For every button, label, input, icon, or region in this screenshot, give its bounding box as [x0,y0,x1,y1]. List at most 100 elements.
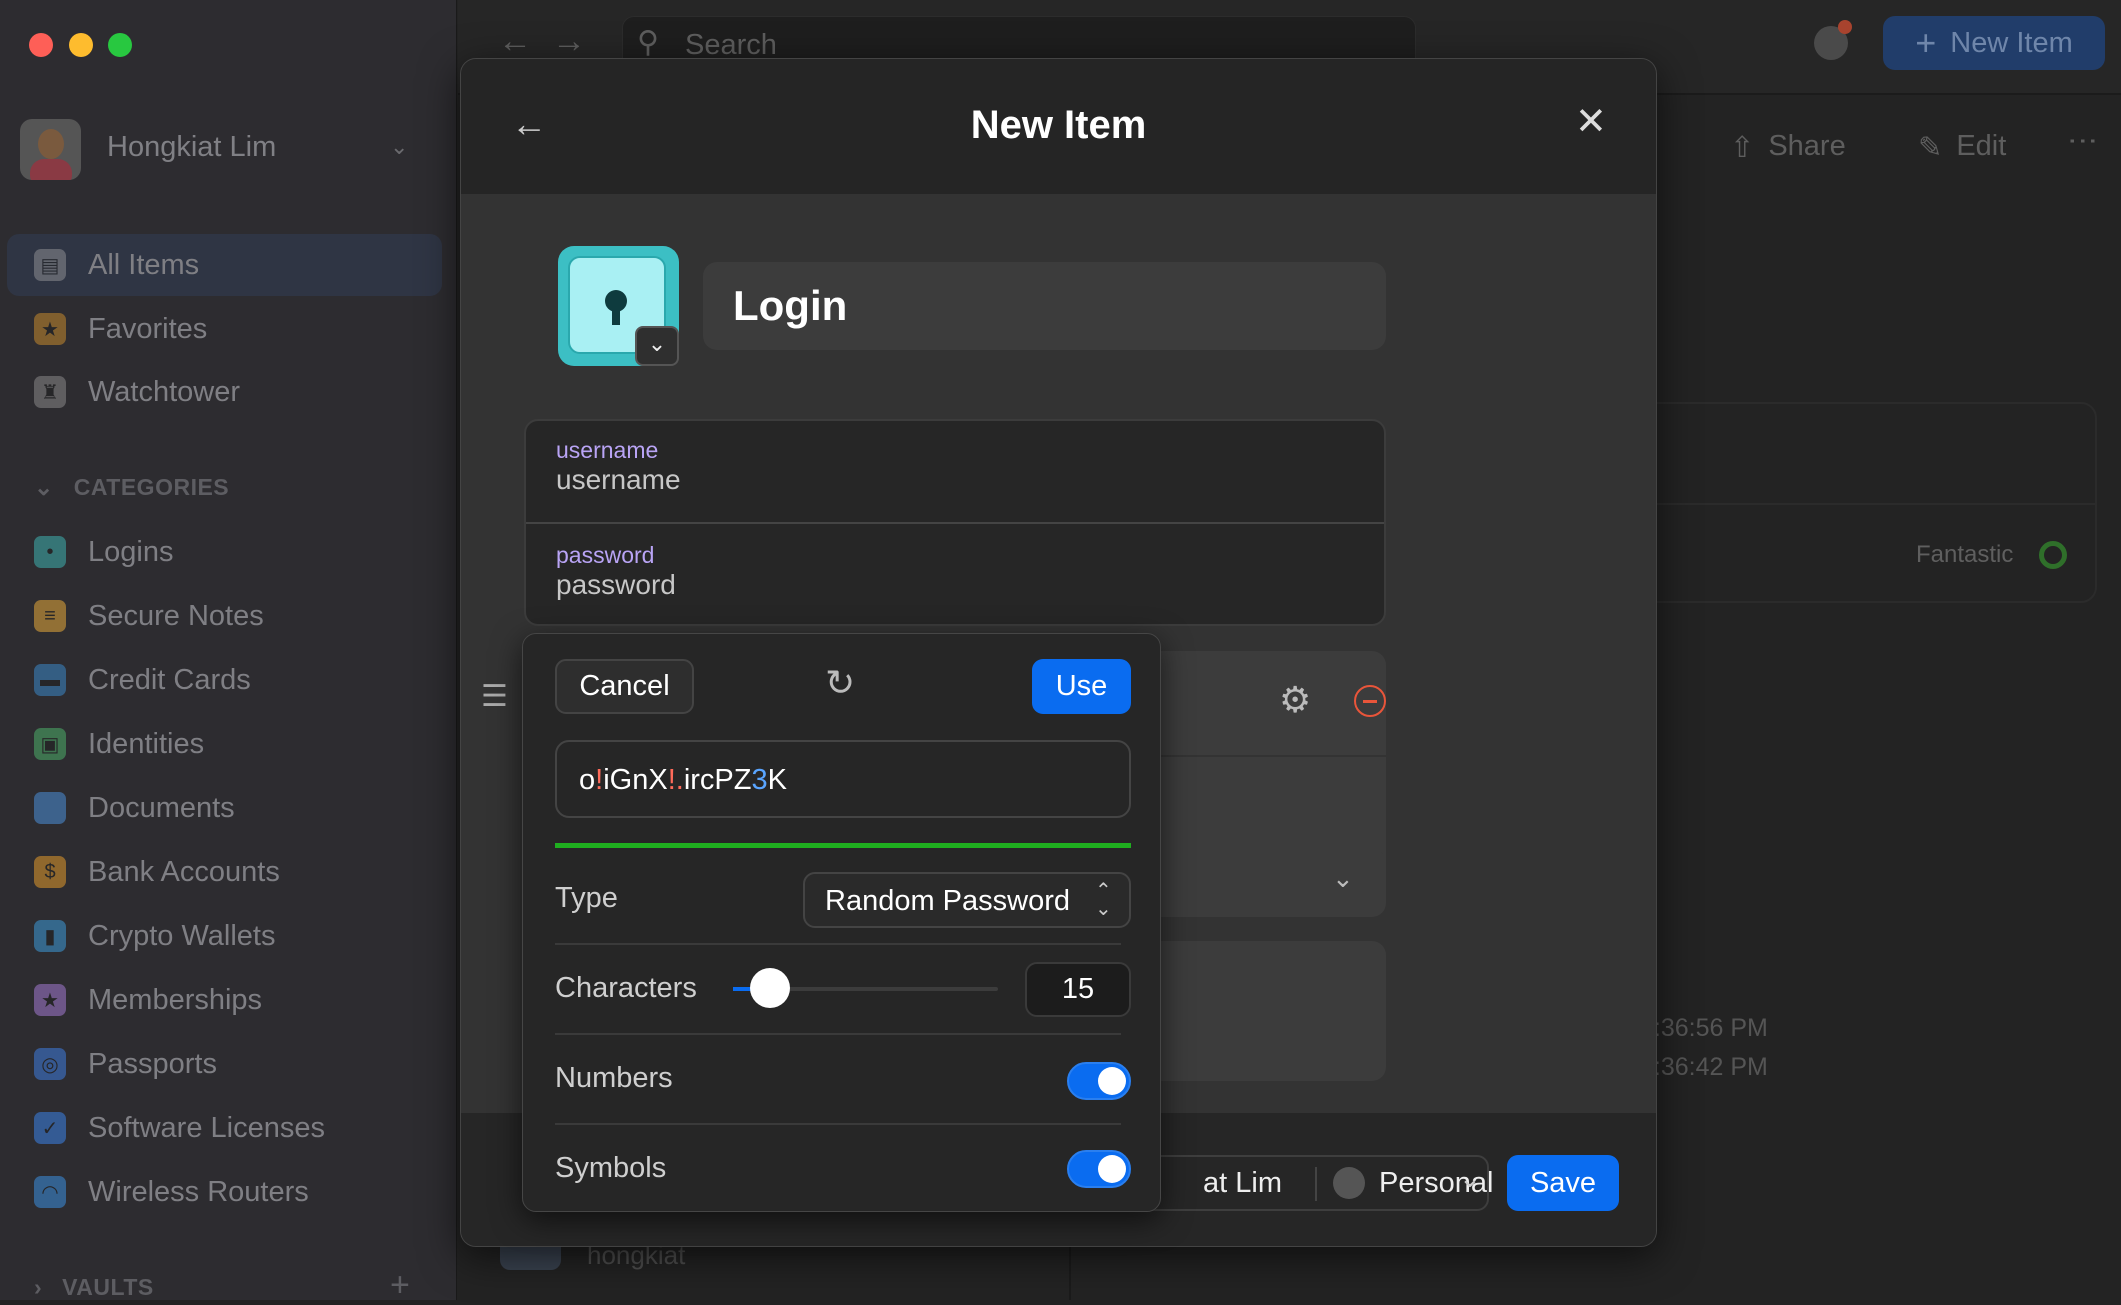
sidebar-item-label: Logins [88,535,174,568]
credit-card-icon: ▬ [34,664,66,696]
sidebar-item-all-items[interactable]: ▤ All Items [7,234,442,296]
characters-slider[interactable] [733,968,998,1008]
sidebar-item-label: Credit Cards [88,663,251,696]
sidebar-item-software-licenses[interactable]: ✓ Software Licenses [7,1097,442,1159]
forward-arrow-icon[interactable]: → [552,22,586,61]
slider-thumb[interactable] [750,968,791,1008]
add-vault-button[interactable]: + [390,1266,410,1305]
owner-name: at Lim [1203,1167,1282,1199]
sidebar-item-identities[interactable]: ▣ Identities [7,713,442,775]
field-value: username [556,464,681,495]
note-icon: ≡ [34,600,66,632]
document-icon [34,792,66,824]
password-segment: o [579,764,596,796]
sidebar-item-label: Bank Accounts [88,855,280,888]
chevron-down-icon[interactable]: ⌄ [390,134,408,160]
password-segment: !. [667,764,684,796]
watchtower-icon: ♜ [34,376,66,408]
chevron-down-icon[interactable]: ⌄ [635,326,679,366]
characters-label: Characters [555,972,697,1004]
star-icon: ★ [34,313,66,345]
sidebar-item-label: All Items [88,248,200,281]
share-icon: ⇧ [1730,132,1755,164]
sidebar-item-label: Secure Notes [88,599,264,632]
plus-icon: + [1915,22,1937,63]
use-button[interactable]: Use [1032,659,1131,714]
sidebar-item-label: Software Licenses [88,1111,325,1144]
password-segment: ircPZ [683,764,752,796]
avatar[interactable] [20,119,81,180]
sidebar-item-memberships[interactable]: ★ Memberships [7,969,442,1031]
username-field[interactable]: username username [556,437,681,496]
minimize-window-button[interactable] [69,33,93,57]
tray-icon: ▤ [34,249,66,281]
detail-card: Fantastic [1600,402,2097,603]
password-strength-bar [555,843,1131,848]
up-down-chevron-icon: ⌃ ⌄ [1095,880,1112,920]
sidebar-item-label: Documents [88,791,235,824]
help-icon[interactable] [1814,20,1852,60]
sidebar-item-logins[interactable]: • Logins [7,521,442,583]
password-field[interactable]: password password [556,542,676,601]
sidebar-item-label: Crypto Wallets [88,919,276,952]
id-icon: ▣ [34,728,66,760]
sidebar-item-label: Wireless Routers [88,1175,309,1208]
sidebar-item-bank-accounts[interactable]: $ Bank Accounts [7,841,442,903]
wifi-icon: ◠ [34,1176,66,1208]
drag-handle-icon[interactable]: ☰ [481,679,508,714]
login-category-icon[interactable]: ⌄ [558,246,679,366]
sidebar-item-documents[interactable]: Documents [7,777,442,839]
membership-icon: ★ [34,984,66,1016]
refresh-icon[interactable]: ↻ [825,662,855,704]
generated-password-field[interactable]: o!iGnX!.ircPZ3K [555,740,1131,818]
remove-field-icon[interactable] [1354,685,1386,717]
zoom-window-button[interactable] [108,33,132,57]
dollar-icon: $ [34,856,66,888]
save-button[interactable]: Save [1507,1155,1619,1211]
chevron-down-icon: ⌄ [1459,1163,1481,1193]
symbols-toggle[interactable] [1067,1150,1131,1188]
search-icon: ⚲ [637,26,659,59]
dialog-header: ← New Item ✕ [461,59,1656,194]
sidebar-item-secure-notes[interactable]: ≡ Secure Notes [7,585,442,647]
close-window-button[interactable] [29,33,53,57]
sidebar-item-favorites[interactable]: ★ Favorites [7,298,442,360]
sidebar-item-crypto-wallets[interactable]: ▮ Crypto Wallets [7,905,442,967]
sidebar-item-label: Watchtower [88,375,241,408]
field-value: password [556,569,676,600]
numbers-label: Numbers [555,1062,673,1094]
numbers-toggle[interactable] [1067,1062,1131,1100]
vaults-header[interactable]: › VAULTS [34,1274,154,1301]
password-segment: K [767,764,787,796]
sidebar-item-wireless-routers[interactable]: ◠ Wireless Routers [7,1161,442,1223]
chevron-down-icon: ⌄ [1332,863,1354,893]
account-name[interactable]: Hongkiat Lim [107,131,276,164]
close-icon[interactable]: ✕ [1575,99,1607,144]
sidebar-item-watchtower[interactable]: ♜ Watchtower [7,361,442,423]
sidebar-item-label: Favorites [88,312,208,345]
new-item-button[interactable]: + New Item [1883,16,2105,70]
sidebar-item-passports[interactable]: ◎ Passports [7,1033,442,1095]
password-segment: 3 [751,764,768,796]
title-input[interactable]: Login [703,262,1386,350]
password-generator-popover: Cancel ↻ Use o!iGnX!.ircPZ3K Type Random… [522,633,1161,1212]
generator-settings-icon[interactable]: ⚙ [1279,679,1311,721]
modified-time: 4:36:56 PM [1640,1014,1768,1042]
sidebar: Hongkiat Lim ⌄ ▤ All Items ★ Favorites ♜ Watc… [0,0,457,1304]
sidebar-item-label: Identities [88,727,205,760]
categories-header[interactable]: ⌄ CATEGORIES [34,474,229,501]
sidebar-item-credit-cards[interactable]: ▬ Credit Cards [7,649,442,711]
password-strength-label: Fantastic [1916,541,2014,568]
type-label: Type [555,882,618,914]
edit-button[interactable]: ✎ Edit [1918,130,2006,165]
share-button[interactable]: ⇧ Share [1730,130,1846,165]
field-label: username [556,437,659,463]
sidebar-item-label: Passports [88,1047,217,1080]
cancel-button[interactable]: Cancel [555,659,694,714]
divider [1069,1247,1071,1300]
type-select[interactable]: Random Password ⌃ ⌄ [803,872,1131,928]
characters-input[interactable]: 15 [1025,962,1131,1017]
back-arrow-icon[interactable]: ← [498,22,532,61]
more-options-icon[interactable]: ⋮ [2066,126,2099,156]
key-icon: • [34,536,66,568]
